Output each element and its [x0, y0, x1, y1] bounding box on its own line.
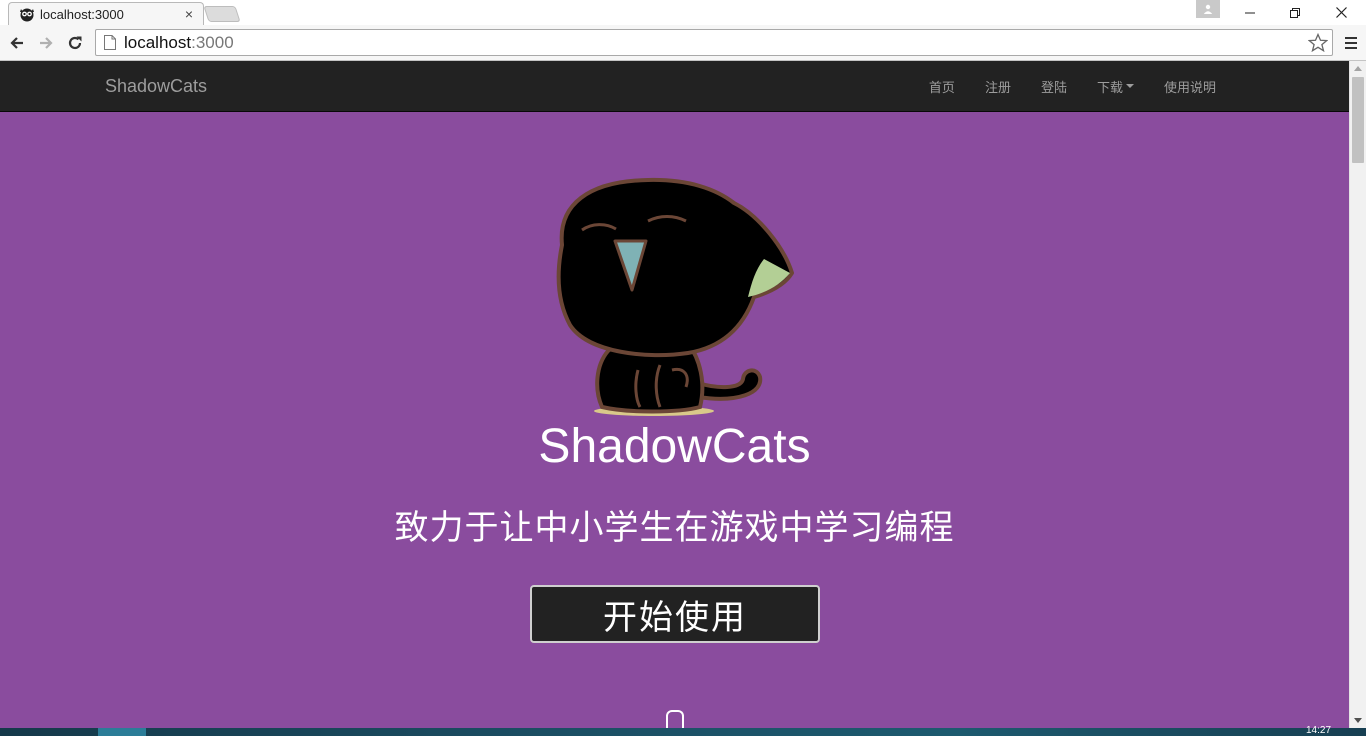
taskbar-active-app[interactable] [98, 728, 146, 736]
tab-title: localhost:3000 [40, 6, 124, 22]
scroll-down-arrow-icon[interactable] [1354, 718, 1362, 723]
user-profile-icon[interactable] [1196, 0, 1220, 18]
nav-link-download-label: 下载 [1096, 79, 1123, 95]
page-icon [104, 34, 118, 51]
taskbar-clock: 14:27 [1306, 725, 1332, 736]
arrow-right-icon [40, 37, 53, 49]
cat-logo-icon [556, 177, 794, 416]
get-started-button[interactable]: 开始使用 [530, 585, 820, 643]
minimize-icon [1245, 12, 1255, 13]
nav-link-register[interactable]: 注册 [970, 77, 1026, 96]
arrow-left-icon [10, 37, 23, 49]
site-navbar: ShadowCats 首页 注册 登陆 下载 使用说明 [0, 61, 1349, 112]
browser-toolbar: localhost:3000 [0, 25, 1366, 61]
url-host: localhost [124, 32, 192, 52]
back-button[interactable] [5, 32, 29, 54]
navbar-brand[interactable]: ShadowCats [105, 76, 207, 97]
caret-down-icon [1125, 84, 1134, 88]
close-window-button[interactable] [1319, 0, 1363, 25]
forward-button[interactable] [34, 32, 58, 54]
tab-close-icon[interactable]: × [181, 6, 197, 22]
nav-link-login[interactable]: 登陆 [1026, 77, 1082, 96]
tab-strip: localhost:3000 × [0, 0, 1366, 25]
page-viewport: ShadowCats 首页 注册 登陆 下载 使用说明 ShadowCats 致… [0, 61, 1349, 728]
reload-icon [68, 36, 82, 50]
hero-title: ShadowCats [538, 420, 811, 473]
chrome-menu-icon[interactable] [1340, 32, 1362, 54]
bookmark-star-icon[interactable] [1308, 33, 1328, 53]
page-scrollbar[interactable] [1349, 61, 1366, 728]
nav-link-download[interactable]: 下载 [1082, 77, 1149, 96]
minimize-button[interactable] [1228, 0, 1272, 25]
nav-links: 首页 注册 登陆 下载 使用说明 [914, 61, 1231, 111]
restore-icon [1290, 7, 1300, 18]
hero-subtitle: 致力于让中小学生在游戏中学习编程 [394, 508, 955, 548]
address-bar[interactable]: localhost:3000 [95, 29, 1333, 56]
close-icon [1335, 7, 1347, 18]
nav-link-instructions[interactable]: 使用说明 [1149, 77, 1231, 96]
scroll-thumb[interactable] [1352, 77, 1364, 163]
os-taskbar: 14:27 [0, 725, 1366, 736]
reload-button[interactable] [63, 32, 87, 54]
owl-favicon-icon [19, 6, 35, 22]
nav-link-home[interactable]: 首页 [914, 77, 970, 96]
restore-button[interactable] [1273, 0, 1317, 25]
scroll-down-icon[interactable] [666, 710, 684, 728]
scroll-up-arrow-icon[interactable] [1354, 66, 1362, 71]
url-port: :3000 [191, 32, 234, 52]
browser-tab[interactable]: localhost:3000 × [8, 2, 204, 25]
new-tab-button[interactable] [203, 6, 241, 22]
